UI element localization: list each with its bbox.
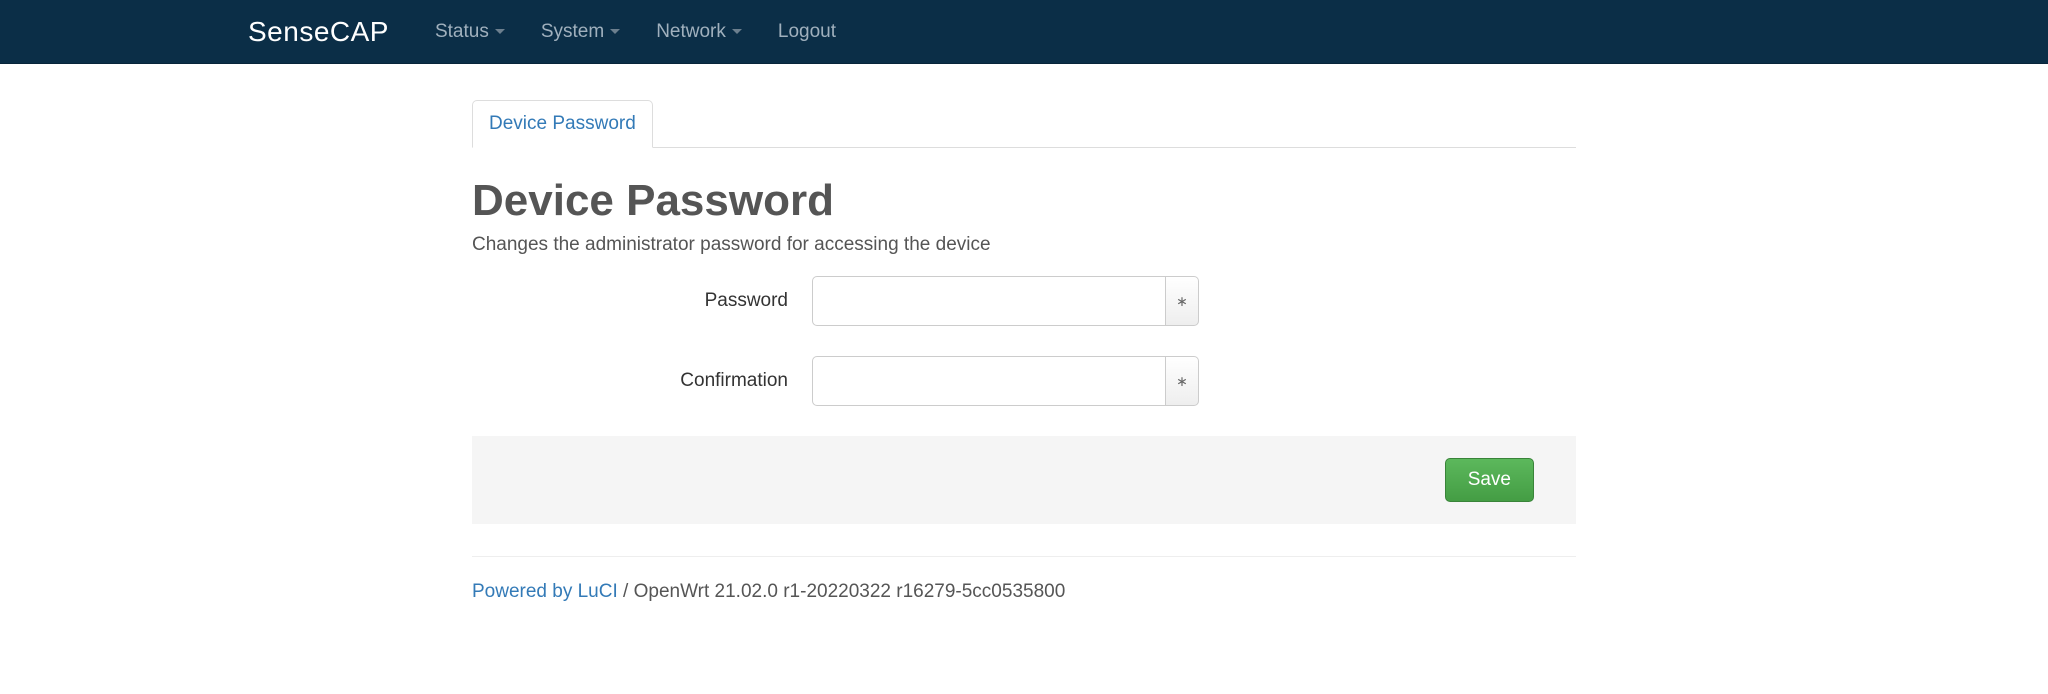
navbar: SenseCAP Status System Network Logout	[0, 0, 2048, 64]
nav-label: Network	[656, 21, 726, 43]
actions-bar: Save	[472, 436, 1576, 524]
page-subtitle: Changes the administrator password for a…	[472, 234, 1576, 256]
password-reveal-button[interactable]: ∗	[1166, 276, 1199, 326]
form-row-confirmation: Confirmation ∗	[472, 356, 1576, 406]
footer-divider	[472, 556, 1576, 557]
nav-label: System	[541, 21, 604, 43]
caret-down-icon	[732, 29, 742, 34]
main-container: Device Password Device Password Changes …	[224, 100, 1824, 603]
asterisk-icon: ∗	[1176, 293, 1188, 310]
navbar-nav: Status System Network Logout	[417, 21, 854, 43]
confirmation-label: Confirmation	[472, 370, 812, 392]
footer-separator: /	[618, 581, 634, 602]
nav-label: Status	[435, 21, 489, 43]
footer-version: OpenWrt 21.02.0 r1-20220322 r16279-5cc05…	[634, 581, 1066, 602]
password-form: Password ∗ Confirmation ∗	[472, 276, 1576, 406]
save-button[interactable]: Save	[1445, 458, 1534, 502]
nav-item-network[interactable]: Network	[638, 21, 760, 43]
nav-item-system[interactable]: System	[523, 21, 638, 43]
caret-down-icon	[495, 29, 505, 34]
caret-down-icon	[610, 29, 620, 34]
nav-label: Logout	[778, 21, 836, 43]
password-input-group: ∗	[812, 276, 1199, 326]
nav-item-logout[interactable]: Logout	[760, 21, 854, 43]
confirmation-reveal-button[interactable]: ∗	[1166, 356, 1199, 406]
page-title: Device Password	[472, 176, 1576, 226]
confirmation-input-group: ∗	[812, 356, 1199, 406]
nav-item-status[interactable]: Status	[417, 21, 523, 43]
tab-device-password[interactable]: Device Password	[472, 100, 653, 148]
asterisk-icon: ∗	[1176, 373, 1188, 390]
password-input[interactable]	[812, 276, 1166, 326]
confirmation-input[interactable]	[812, 356, 1166, 406]
navbar-brand[interactable]: SenseCAP	[248, 16, 389, 48]
password-label: Password	[472, 290, 812, 312]
footer-luci-link[interactable]: Powered by LuCI	[472, 581, 618, 602]
footer: Powered by LuCI / OpenWrt 21.02.0 r1-202…	[472, 581, 1576, 603]
form-row-password: Password ∗	[472, 276, 1576, 326]
tab-bar: Device Password	[472, 100, 1576, 148]
